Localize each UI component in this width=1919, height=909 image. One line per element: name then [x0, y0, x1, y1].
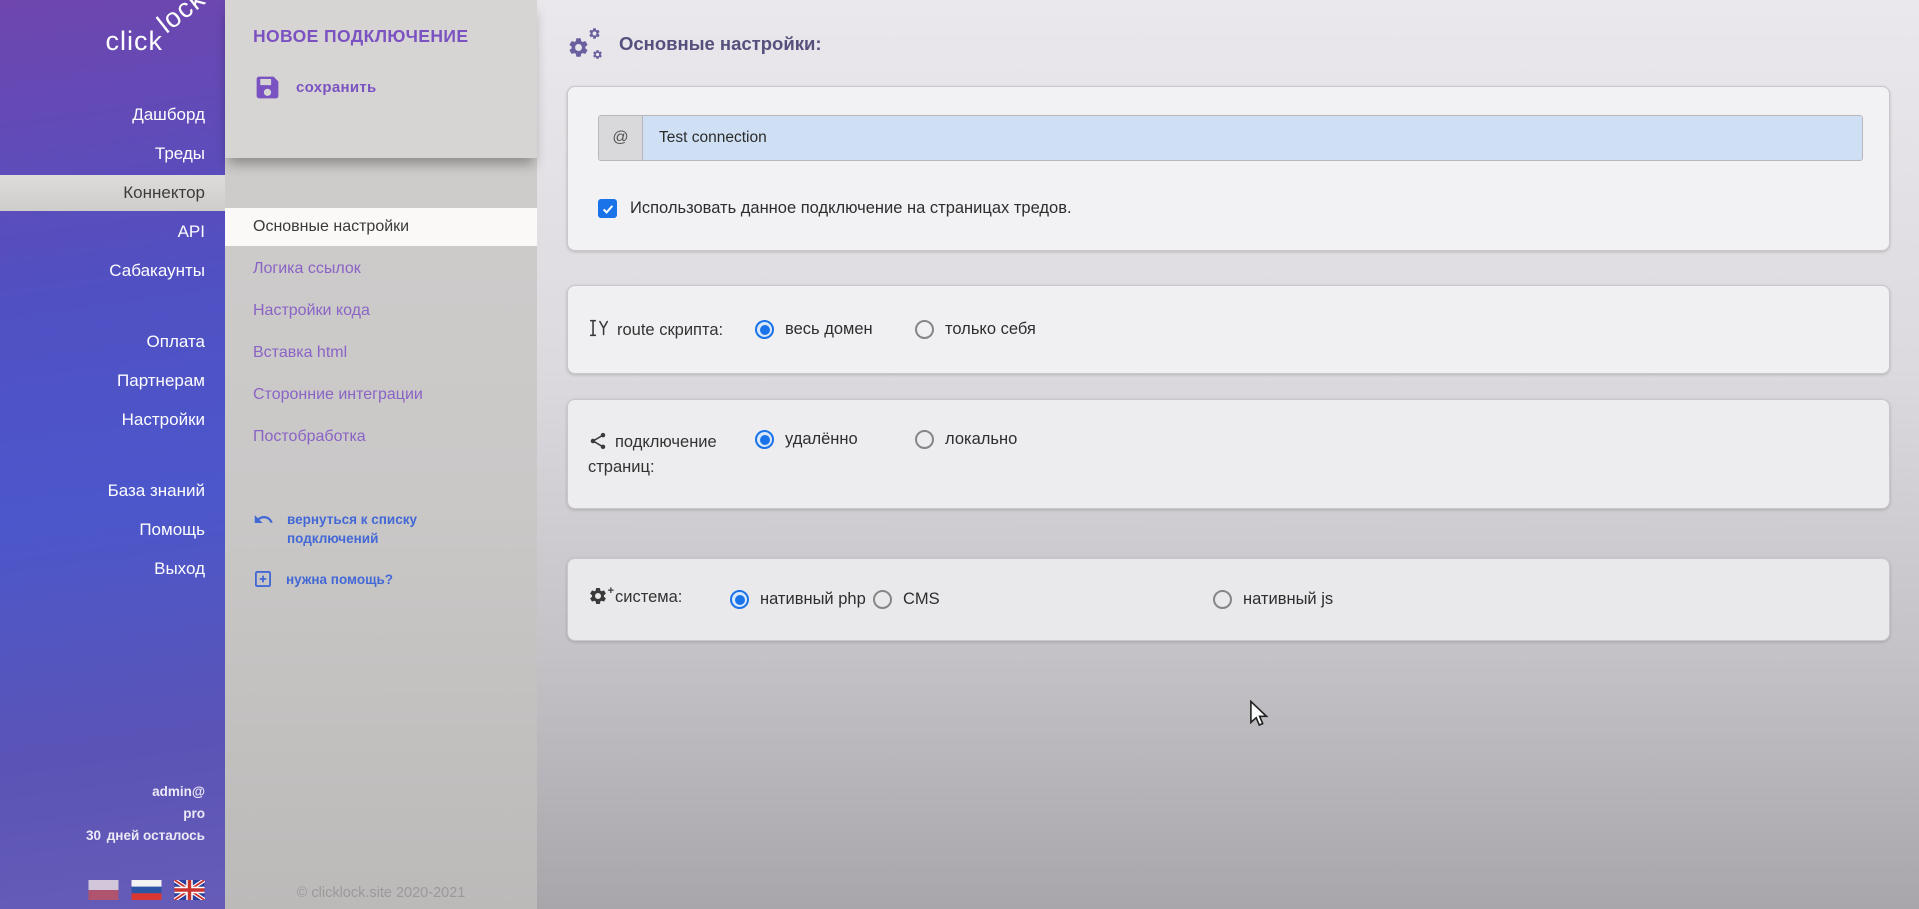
- logo-text-click: click: [106, 26, 164, 57]
- radio-option-native-php[interactable]: нативный php: [730, 590, 873, 609]
- tab-integrations[interactable]: Сторонние интеграции: [225, 376, 537, 414]
- radio-label: удалённо: [785, 430, 858, 449]
- tab-main-settings[interactable]: Основные настройки: [225, 208, 537, 246]
- radio-option-remote[interactable]: удалённо: [755, 430, 915, 449]
- panel-links: вернуться к списку подключений нужна пом…: [225, 510, 537, 589]
- page-connection-group: подключение страниц: удалённо локально: [567, 399, 1890, 509]
- main-content: Основные настройки: @ Использовать данно…: [537, 0, 1919, 909]
- radio-selected-icon[interactable]: [755, 320, 774, 339]
- tab-link-logic[interactable]: Логика ссылок: [225, 250, 537, 288]
- page-title: Основные настройки:: [619, 33, 822, 55]
- connection-name-group: @: [598, 115, 1863, 161]
- radio-option-whole-domain[interactable]: весь домен: [755, 320, 915, 339]
- sidebar-item-knowledge-base[interactable]: База знаний: [0, 473, 225, 509]
- flag-uk-icon[interactable]: [174, 880, 205, 900]
- page-connection-label: подключение страниц:: [588, 430, 755, 480]
- route-script-label: route скрипта:: [588, 317, 755, 343]
- radio-label: CMS: [903, 590, 940, 609]
- sidebar-item-dashboard[interactable]: Дашборд: [0, 97, 225, 133]
- need-help-label: нужна помощь?: [286, 570, 393, 589]
- save-button-label: сохранить: [296, 79, 377, 96]
- days-number: 30: [86, 828, 101, 843]
- back-to-list-link[interactable]: вернуться к списку подключений: [253, 510, 468, 548]
- radio-label: нативный js: [1243, 590, 1333, 609]
- save-button[interactable]: сохранить: [253, 73, 377, 102]
- undo-arrow-icon: [253, 509, 274, 530]
- need-help-link[interactable]: нужна помощь?: [253, 570, 468, 589]
- route-script-group: route скрипта: весь домен только себя: [567, 285, 1890, 374]
- sidebar-item-help[interactable]: Помощь: [0, 512, 225, 548]
- sidebar-group-3: База знаний Помощь Выход: [0, 473, 225, 587]
- connection-panel-header: НОВОЕ ПОДКЛЮЧЕНИЕ сохранить: [225, 0, 537, 158]
- sidebar-nav: Дашборд Треды Коннектор API Сабакаунты О…: [0, 97, 225, 587]
- radio-label: локально: [945, 430, 1017, 449]
- main-header: Основные настройки:: [567, 0, 1890, 62]
- gears-icon: [567, 27, 603, 61]
- tab-code-settings[interactable]: Настройки кода: [225, 292, 537, 330]
- sidebar-item-partners[interactable]: Партнерам: [0, 363, 225, 399]
- use-on-threads-option[interactable]: Использовать данное подключение на стран…: [598, 199, 1863, 218]
- sidebar-item-connector[interactable]: Коннектор: [0, 175, 225, 211]
- radio-unselected-icon[interactable]: [873, 590, 892, 609]
- radio-unselected-icon[interactable]: [1213, 590, 1232, 609]
- gear-settings-icon: +: [588, 586, 608, 614]
- connection-name-input[interactable]: [643, 116, 1862, 160]
- system-group: + система: нативный php CMS нативный js: [567, 558, 1890, 641]
- sidebar-group-1: Дашборд Треды Коннектор API Сабакаунты: [0, 97, 225, 289]
- tab-postprocessing[interactable]: Постобработка: [225, 418, 537, 456]
- radio-option-local[interactable]: локально: [915, 430, 1075, 449]
- sidebar-item-logout[interactable]: Выход: [0, 551, 225, 587]
- route-script-label-text: route скрипта:: [617, 321, 723, 339]
- account-login: admin@: [86, 781, 205, 803]
- copyright-footer: © clicklock.site 2020-2021: [225, 885, 537, 901]
- clicklock-logo[interactable]: click lock: [0, 0, 225, 92]
- app-root: click lock Дашборд Треды Коннектор API С…: [0, 0, 1919, 909]
- radio-unselected-icon[interactable]: [915, 430, 934, 449]
- flag-russia-icon[interactable]: [131, 880, 162, 900]
- sidebar: click lock Дашборд Треды Коннектор API С…: [0, 0, 225, 909]
- share-icon: [588, 431, 608, 451]
- radio-option-cms[interactable]: CMS: [873, 590, 1213, 609]
- system-label: + система:: [588, 585, 730, 614]
- radio-option-native-js[interactable]: нативный js: [1213, 590, 1333, 609]
- connection-tabs: Основные настройки Логика ссылок Настрой…: [225, 208, 537, 456]
- back-to-list-label: вернуться к списку подключений: [287, 510, 468, 548]
- at-sign: @: [612, 129, 628, 147]
- radio-label: нативный php: [760, 590, 866, 609]
- sidebar-item-settings[interactable]: Настройки: [0, 402, 225, 438]
- sidebar-group-2: Оплата Партнерам Настройки: [0, 324, 225, 438]
- radio-option-only-self[interactable]: только себя: [915, 320, 1075, 339]
- connection-panel: НОВОЕ ПОДКЛЮЧЕНИЕ сохранить Основные нас…: [225, 0, 537, 909]
- sidebar-item-subaccounts[interactable]: Сабакаунты: [0, 253, 225, 289]
- account-days-left: 30 дней осталось: [86, 825, 205, 847]
- account-plan: pro: [86, 803, 205, 825]
- connection-name-card: @ Использовать данное подключение на стр…: [567, 86, 1890, 251]
- radio-label: только себя: [945, 320, 1036, 339]
- system-label-text: система:: [615, 588, 682, 606]
- sidebar-item-payment[interactable]: Оплата: [0, 324, 225, 360]
- flag-poland-icon[interactable]: [88, 880, 119, 900]
- route-icon: [588, 317, 610, 339]
- panel-title: НОВОЕ ПОДКЛЮЧЕНИЕ: [253, 26, 537, 47]
- days-text: дней осталось: [107, 828, 205, 843]
- radio-selected-icon[interactable]: [755, 430, 774, 449]
- save-floppy-icon: [253, 73, 282, 102]
- sidebar-item-api[interactable]: API: [0, 214, 225, 250]
- radio-selected-icon[interactable]: [730, 590, 749, 609]
- tab-html-insert[interactable]: Вставка html: [225, 334, 537, 372]
- radio-unselected-icon[interactable]: [915, 320, 934, 339]
- account-info: admin@ pro 30 дней осталось: [86, 781, 205, 847]
- checkbox-label: Использовать данное подключение на стран…: [630, 199, 1072, 218]
- radio-label: весь домен: [785, 320, 873, 339]
- sidebar-item-threads[interactable]: Треды: [0, 136, 225, 172]
- language-switcher: [88, 880, 205, 900]
- at-prefix: @: [599, 116, 643, 160]
- checkbox-checked-icon[interactable]: [598, 199, 617, 218]
- add-box-icon: [253, 569, 273, 589]
